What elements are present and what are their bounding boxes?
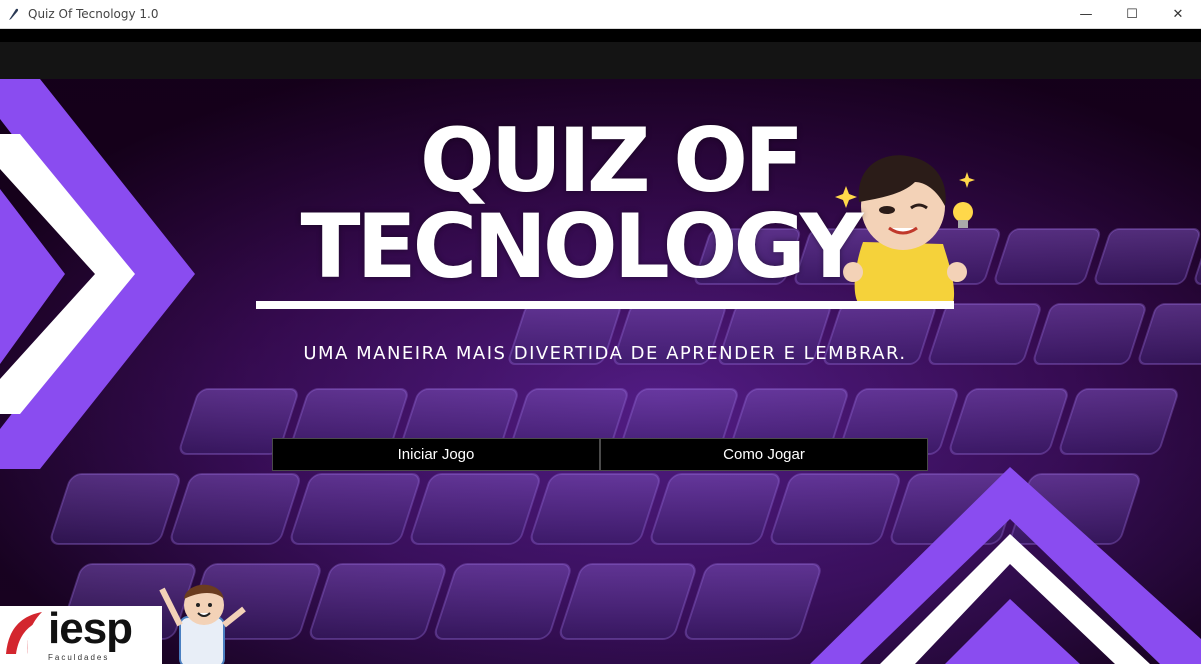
feather-icon xyxy=(9,8,19,20)
start-game-button[interactable]: Iniciar Jogo xyxy=(272,438,600,471)
window-controls: — ☐ ✕ xyxy=(1063,0,1201,28)
minimize-icon[interactable]: — xyxy=(1063,0,1109,28)
window-titlebar: Quiz Of Tecnology 1.0 — ☐ ✕ xyxy=(0,0,1201,29)
iesp-logo: iesp Faculdades xyxy=(0,604,162,664)
title-underline xyxy=(256,301,954,309)
close-icon[interactable]: ✕ xyxy=(1155,0,1201,28)
title-line-2: TECNOLOGY xyxy=(300,195,864,298)
maximize-icon[interactable]: ☐ xyxy=(1109,0,1155,28)
how-to-play-button[interactable]: Como Jogar xyxy=(600,438,928,471)
main-canvas: QUIZ OF TECNOLOGY UMA MANEIRA MAIS DIVER… xyxy=(0,79,1201,664)
logo-subtext: Faculdades xyxy=(48,653,110,662)
logo-text: iesp xyxy=(48,604,133,653)
subtitle: UMA MANEIRA MAIS DIVERTIDA DE APRENDER E… xyxy=(303,343,907,364)
title-line-1: QUIZ OF xyxy=(419,109,804,212)
window-title: Quiz Of Tecnology 1.0 xyxy=(28,7,159,21)
iesp-logo-mark-icon xyxy=(6,612,42,654)
menu-bar xyxy=(0,29,1201,42)
toolbar-strip xyxy=(0,42,1201,79)
left-chevron-decoration xyxy=(0,79,195,469)
